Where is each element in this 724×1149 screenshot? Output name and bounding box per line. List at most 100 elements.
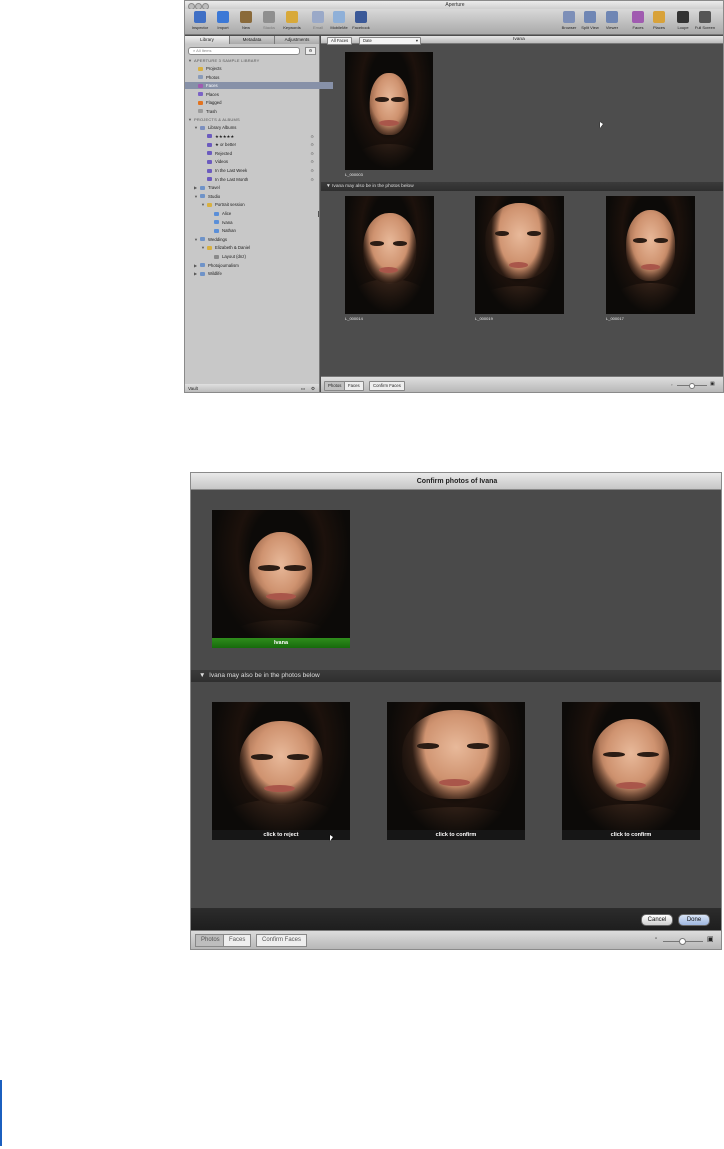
slider-knob[interactable] [679, 938, 686, 945]
toolbar-faces-button[interactable]: Faces [627, 11, 649, 33]
toolbar-label: Email [312, 25, 323, 30]
gear-icon[interactable]: ⚙ [310, 158, 314, 165]
faces-tab[interactable]: Faces [344, 381, 364, 391]
tab-metadata[interactable]: Metadata [230, 36, 275, 44]
tab-adjustments[interactable]: Adjustments [275, 36, 320, 44]
sidebar-item-flagged[interactable]: Flagged [185, 99, 333, 106]
face-suggestion-thumbnail[interactable] [345, 196, 434, 314]
tree-item[interactable]: ★★★★★ ⚙ [201, 133, 317, 140]
toolbar-places-button[interactable]: Places [648, 11, 670, 33]
tree-item[interactable]: ▼ Studio [194, 193, 317, 200]
done-button[interactable]: Done [678, 914, 710, 926]
gear-icon[interactable]: ⚙ [310, 133, 314, 140]
album-icon [214, 211, 219, 216]
tree-item[interactable]: Rejected ⚙ [201, 150, 317, 157]
folder-icon [200, 263, 205, 268]
window-resize-handle[interactable] [190, 679, 191, 685]
toolbar-keywords-button[interactable]: Keywords [281, 11, 303, 33]
toolbar-facebook-button[interactable]: Facebook [350, 11, 372, 33]
thumbnail-small-icon: ▫ [655, 936, 658, 942]
tab-library[interactable]: Library [185, 36, 230, 44]
chevron-down-icon: ▾ [415, 38, 418, 43]
toolbar-new-button[interactable]: New [235, 11, 257, 33]
gear-icon[interactable]: ⚙ [310, 141, 314, 148]
confirmed-face-photo[interactable]: Ivana [212, 510, 350, 648]
tree-item[interactable]: Layout (dnz) [208, 253, 317, 260]
sidebar-item-projects[interactable]: Projects [185, 65, 333, 72]
face-photo-main[interactable] [345, 52, 433, 170]
toolbar-stacks-button[interactable]: Stacks [258, 11, 280, 33]
search-input[interactable]: ⌕ All Items [188, 47, 300, 55]
toolbar-viewer-button[interactable]: Viewer [601, 11, 623, 33]
confirm-reject-label[interactable]: click to confirm [387, 830, 525, 840]
confirm-face-thumbnail[interactable]: click to confirm [562, 702, 700, 840]
toolbar-mobileme-button[interactable]: MobileMe [328, 11, 350, 33]
new-icon [240, 11, 252, 23]
gear-icon[interactable]: ⚙ [310, 176, 314, 183]
slider-knob[interactable] [689, 383, 695, 389]
tree-item[interactable]: ▶ Wildlife [194, 270, 317, 277]
folder-icon [200, 194, 205, 199]
sidebar-item-photos[interactable]: Photos [185, 74, 333, 81]
tree-item[interactable]: ▼ Library Albums [194, 124, 317, 131]
tree-item[interactable]: ▼ Elizabeth & Daniel [201, 244, 317, 251]
sidebar-resize-handle[interactable] [318, 211, 319, 217]
tree-item[interactable]: In the Last Week ⚙ [201, 167, 317, 174]
toolbar-email-button[interactable]: Email [307, 11, 329, 33]
gear-icon[interactable]: ⚙ [310, 167, 314, 174]
confirm-faces-button[interactable]: Confirm Faces [369, 381, 405, 391]
tree-item[interactable]: ▼ Portrait session [201, 201, 317, 208]
cancel-button[interactable]: Cancel [641, 914, 673, 926]
tree-item[interactable]: ▼ Weddings [194, 236, 317, 243]
tree-item[interactable]: Alice [208, 210, 317, 217]
albums-icon [200, 125, 205, 130]
face-suggestion-thumbnail[interactable] [606, 196, 695, 314]
face-suggestion-thumbnail[interactable] [475, 196, 564, 314]
toolbar-label: New [241, 25, 250, 30]
sidebar-item-faces[interactable]: Faces [185, 82, 333, 89]
photos-tab[interactable]: Photos [324, 381, 346, 391]
library-header[interactable]: ▼ APERTURE 3 SAMPLE LIBRARY [188, 57, 260, 64]
suggestions-header[interactable]: ▼ Ivana may also be in the photos below [191, 670, 721, 682]
tree-item[interactable]: Videos ⚙ [201, 158, 317, 165]
photos-tab[interactable]: Photos [195, 934, 226, 947]
projects-header[interactable]: ▼ PROJECTS & ALBUMS [188, 116, 240, 123]
eye [286, 754, 309, 760]
sidebar-item-trash[interactable]: Trash [185, 108, 333, 115]
thumbnail-small-icon: ▫ [671, 382, 673, 387]
tree-item-label: ★★★★★ [215, 133, 235, 139]
gear-icon[interactable]: ⚙ [311, 384, 315, 392]
gear-icon[interactable]: ⚙ [310, 150, 314, 157]
sidebar-item-places[interactable]: Places [185, 91, 333, 98]
project-icon [207, 202, 212, 207]
sort-select[interactable]: Date ▾ [359, 37, 421, 45]
tree-item[interactable]: Ivana [208, 219, 317, 226]
toolbar-browser-button[interactable]: Browser [558, 11, 580, 33]
page-margin-bar [0, 1080, 2, 1146]
tree-item-label: Elizabeth & Daniel [215, 245, 251, 251]
search-options-button[interactable]: ⚙ [305, 47, 316, 55]
tree-item[interactable]: ★ or better ⚙ [201, 141, 317, 148]
tree-item-label: ★ or better [215, 142, 237, 148]
suggestions-header[interactable]: ▼ Ivana may also be in the photos below [321, 182, 723, 191]
vault-button-icon[interactable]: ▭ [301, 384, 305, 392]
toolbar-full-screen-button[interactable]: Full Screen [694, 11, 716, 33]
confirm-face-thumbnail[interactable]: click to reject [212, 702, 350, 840]
tree-item[interactable]: Nathan [208, 227, 317, 234]
confirm-reject-label[interactable]: click to confirm [562, 830, 700, 840]
tree-item[interactable]: ▶ Photojournalism [194, 262, 317, 269]
toolbar-split-view-button[interactable]: Split View [579, 11, 601, 33]
confirm-face-thumbnail[interactable]: click to confirm [387, 702, 525, 840]
hair [475, 196, 564, 314]
all-faces-button[interactable]: All Faces [327, 37, 353, 45]
toolbar-inspector-button[interactable]: Inspector [189, 11, 211, 33]
hair [345, 196, 434, 314]
confirm-faces-button[interactable]: Confirm Faces [256, 934, 308, 947]
browser-header: All Faces Date ▾ Ivana [321, 36, 723, 45]
toolbar-import-button[interactable]: Import [212, 11, 234, 33]
tree-item[interactable]: In the Last Month ⚙ [201, 176, 317, 183]
disclosure-triangle-icon[interactable]: ▼ [199, 672, 207, 679]
toolbar-loupe-button[interactable]: Loupe [672, 11, 694, 33]
faces-tab[interactable]: Faces [223, 934, 252, 947]
tree-item[interactable]: ▶ Travel [194, 184, 317, 191]
